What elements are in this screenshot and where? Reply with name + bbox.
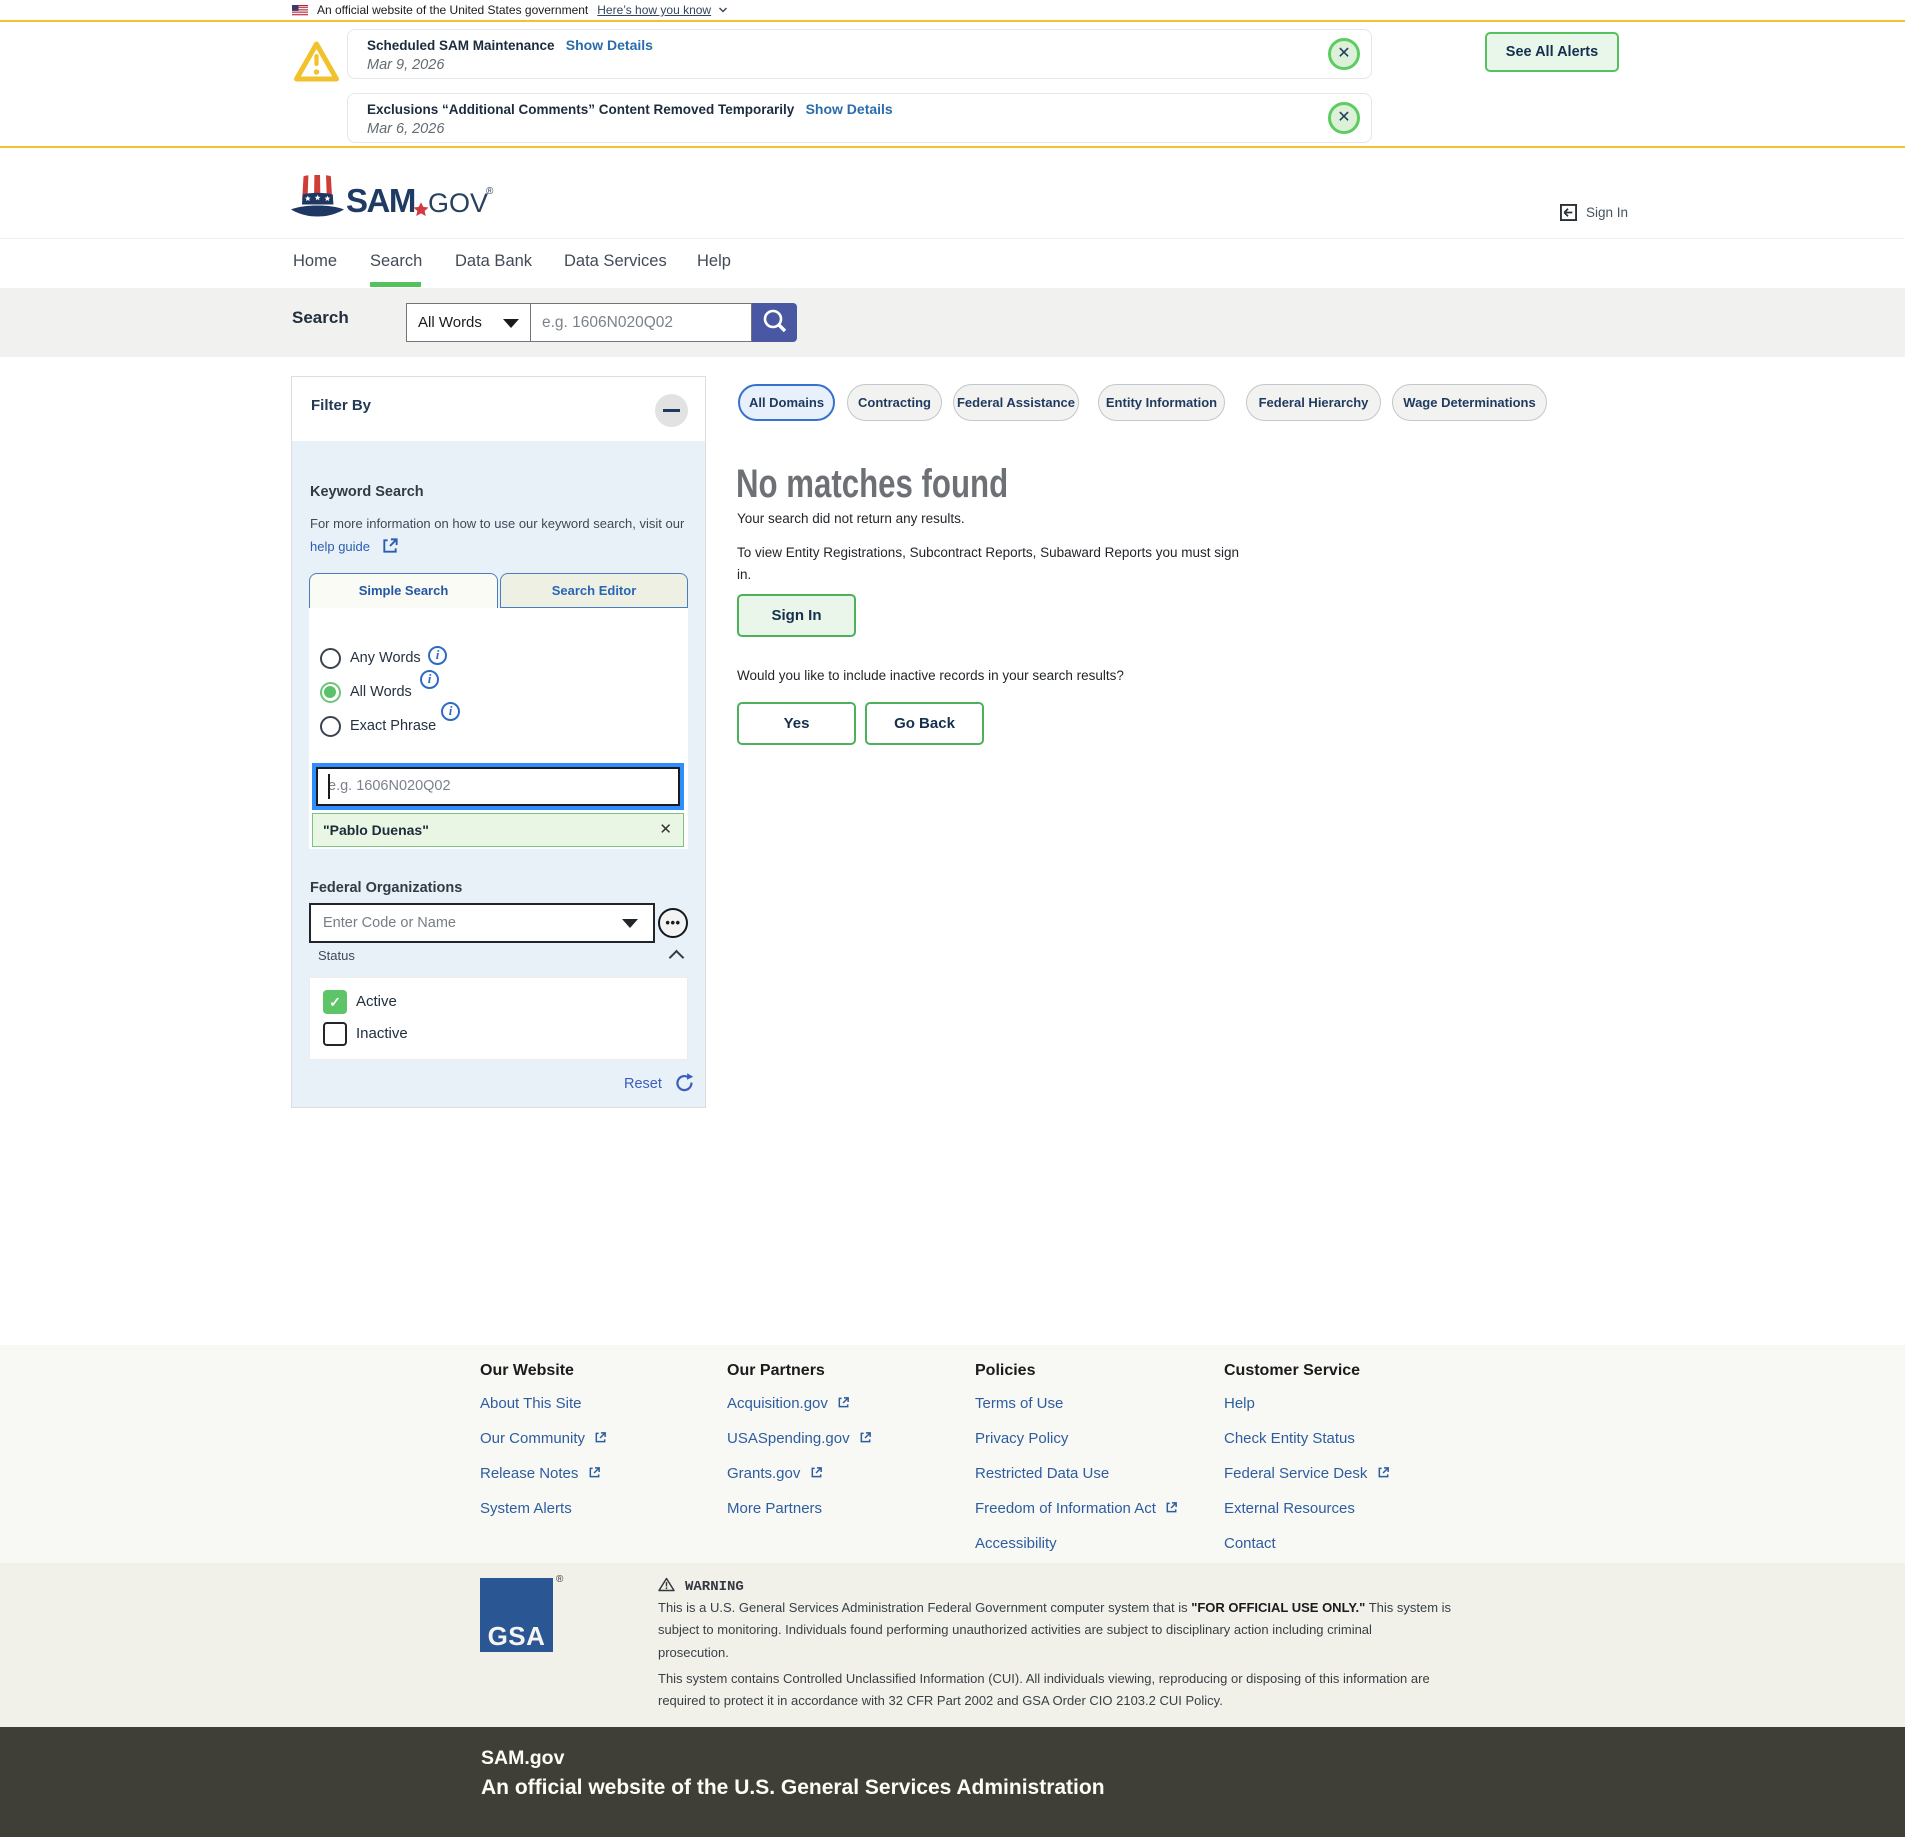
svg-text:SAM: SAM <box>346 182 415 219</box>
svg-text:®: ® <box>486 186 494 197</box>
svg-text:GOV: GOV <box>428 188 488 218</box>
